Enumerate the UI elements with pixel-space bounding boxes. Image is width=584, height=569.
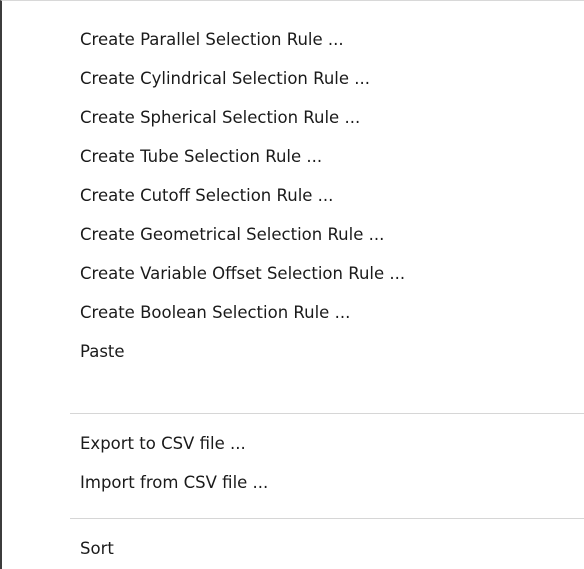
menu-separator [70, 518, 584, 519]
menu-item-create-spherical-selection-rule[interactable]: Create Spherical Selection Rule ... [2, 99, 584, 137]
menu-item-create-boolean-selection-rule[interactable]: Create Boolean Selection Rule ... [2, 294, 584, 332]
menu-item-create-tube-selection-rule[interactable]: Create Tube Selection Rule ... [2, 138, 584, 176]
menu-item-create-geometrical-selection-rule[interactable]: Create Geometrical Selection Rule ... [2, 216, 584, 254]
menu-item-create-variable-offset-selection-rule[interactable]: Create Variable Offset Selection Rule ..… [2, 255, 584, 293]
menu-item-sort[interactable]: Sort [2, 530, 584, 568]
context-menu: Create Parallel Selection Rule ... Creat… [0, 0, 584, 569]
menu-item-create-cylindrical-selection-rule[interactable]: Create Cylindrical Selection Rule ... [2, 60, 584, 98]
menu-item-create-parallel-selection-rule[interactable]: Create Parallel Selection Rule ... [2, 21, 584, 59]
menu-item-export-to-csv[interactable]: Export to CSV file ... [2, 425, 584, 463]
menu-item-paste[interactable]: Paste [2, 333, 584, 371]
menu-separator [70, 413, 584, 414]
menu-item-import-from-csv[interactable]: Import from CSV file ... [2, 464, 584, 502]
menu-item-create-cutoff-selection-rule[interactable]: Create Cutoff Selection Rule ... [2, 177, 584, 215]
